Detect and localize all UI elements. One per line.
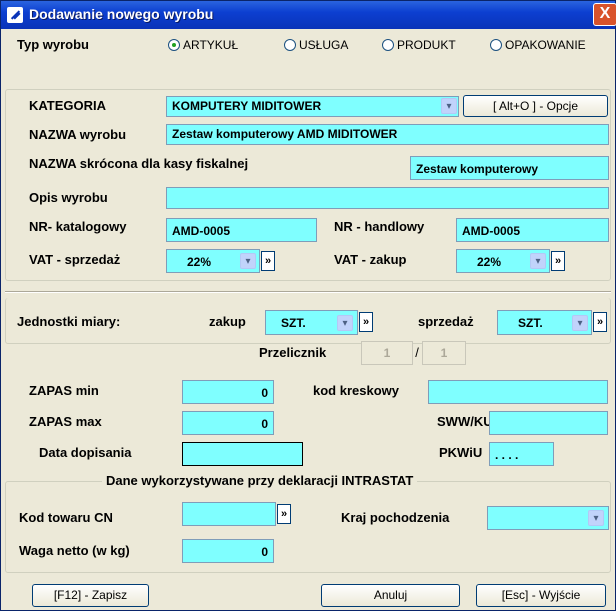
- kod-kreskowy-input[interactable]: [428, 380, 608, 404]
- nr-handlowy-label: NR - handlowy: [334, 219, 425, 234]
- kategoria-label: KATEGORIA: [29, 98, 107, 113]
- data-dopisania-input[interactable]: [182, 442, 303, 466]
- chevron-down-icon[interactable]: ▾: [572, 315, 588, 331]
- radio-label: USŁUGA: [299, 38, 349, 52]
- app-icon: [7, 7, 23, 23]
- przelicznik-a-input[interactable]: 1: [361, 341, 413, 365]
- separator: [5, 291, 611, 293]
- opcje-button[interactable]: [ Alt+O ] - Opcje: [463, 95, 608, 117]
- radio-usluga[interactable]: USŁUGA: [284, 38, 348, 52]
- cancel-button[interactable]: Anuluj: [321, 584, 460, 607]
- nr-handlowy-input[interactable]: AMD-0005: [456, 218, 609, 242]
- zapas-max-input[interactable]: 0: [182, 411, 274, 435]
- kraj-label: Kraj pochodzenia: [341, 510, 450, 525]
- close-button[interactable]: X: [593, 3, 616, 26]
- nazwa-input[interactable]: Zestaw komputerowy AMD MIDITOWER: [166, 124, 609, 145]
- window-title: Dodawanie nowego wyrobu: [29, 6, 214, 22]
- radio-produkt[interactable]: PRODUKT: [382, 38, 456, 52]
- zapas-max-label: ZAPAS max: [29, 414, 102, 429]
- nazwa-skrocona-input[interactable]: Zestaw komputerowy: [410, 156, 609, 180]
- radio-opakowanie[interactable]: OPAKOWANIE: [490, 38, 586, 52]
- save-button[interactable]: [F12] - Zapisz: [32, 584, 149, 607]
- radio-artykul[interactable]: ARTYKUŁ: [168, 38, 238, 52]
- data-dopisania-label: Data dopisania: [39, 445, 132, 460]
- kod-kreskowy-label: kod kreskowy: [313, 383, 399, 398]
- sww-label: SWW/KU: [437, 414, 493, 429]
- dialog-window: Dodawanie nowego wyrobu X Typ wyrobu ART…: [0, 0, 616, 611]
- pkwiu-label: PKWiU: [439, 445, 483, 460]
- zapas-min-label: ZAPAS min: [29, 383, 99, 398]
- kategoria-select[interactable]: KOMPUTERY MIDITOWER: [166, 96, 459, 117]
- kod-cn-label: Kod towaru CN: [19, 510, 113, 525]
- jm-zakup-label: zakup: [209, 314, 246, 329]
- przelicznik-b-input[interactable]: 1: [422, 341, 466, 365]
- pkwiu-input[interactable]: . . . .: [489, 442, 554, 466]
- radio-icon: [382, 39, 394, 51]
- more-icon[interactable]: »: [277, 504, 291, 524]
- sww-input[interactable]: [489, 411, 608, 435]
- more-icon[interactable]: »: [593, 312, 607, 332]
- chevron-down-icon[interactable]: ▾: [588, 510, 604, 526]
- nr-katalogowy-label: NR- katalogowy: [29, 219, 127, 234]
- opis-label: Opis wyrobu: [29, 190, 108, 205]
- nazwa-label: NAZWA wyrobu: [29, 127, 127, 142]
- radio-label: PRODUKT: [397, 38, 456, 52]
- kod-cn-input[interactable]: [182, 502, 276, 526]
- nr-katalogowy-input[interactable]: AMD-0005: [166, 218, 317, 242]
- waga-label: Waga netto (w kg): [19, 543, 130, 558]
- more-icon[interactable]: »: [551, 251, 565, 271]
- vat-sprzedaz-label: VAT - sprzedaż: [29, 252, 121, 267]
- radio-icon: [284, 39, 296, 51]
- radio-selected-icon: [168, 39, 180, 51]
- exit-button[interactable]: [Esc] - Wyjście: [476, 584, 606, 607]
- more-icon[interactable]: »: [261, 251, 275, 271]
- nazwa-skrocona-label: NAZWA skrócona dla kasy fiskalnej: [29, 156, 249, 171]
- waga-input[interactable]: 0: [182, 539, 274, 563]
- typ-label: Typ wyrobu: [17, 37, 89, 52]
- przelicznik-separator: /: [415, 345, 419, 360]
- zapas-min-input[interactable]: 0: [182, 380, 274, 404]
- jm-sprzedaz-label: sprzedaż: [418, 314, 474, 329]
- title-bar[interactable]: Dodawanie nowego wyrobu X: [1, 1, 616, 29]
- chevron-down-icon[interactable]: ▾: [337, 315, 353, 331]
- radio-icon: [490, 39, 502, 51]
- chevron-down-icon[interactable]: ▾: [530, 253, 546, 269]
- intrastat-heading: Dane wykorzystywane przy deklaracji INTR…: [102, 473, 418, 488]
- vat-zakup-label: VAT - zakup: [334, 252, 407, 267]
- more-icon[interactable]: »: [359, 312, 373, 332]
- radio-label: OPAKOWANIE: [505, 38, 586, 52]
- jm-label: Jednostki miary:: [17, 314, 121, 329]
- chevron-down-icon[interactable]: ▾: [441, 98, 457, 114]
- chevron-down-icon[interactable]: ▾: [240, 253, 256, 269]
- przelicznik-label: Przelicznik: [259, 345, 327, 360]
- opis-input[interactable]: [166, 187, 609, 209]
- radio-label: ARTYKUŁ: [183, 38, 239, 52]
